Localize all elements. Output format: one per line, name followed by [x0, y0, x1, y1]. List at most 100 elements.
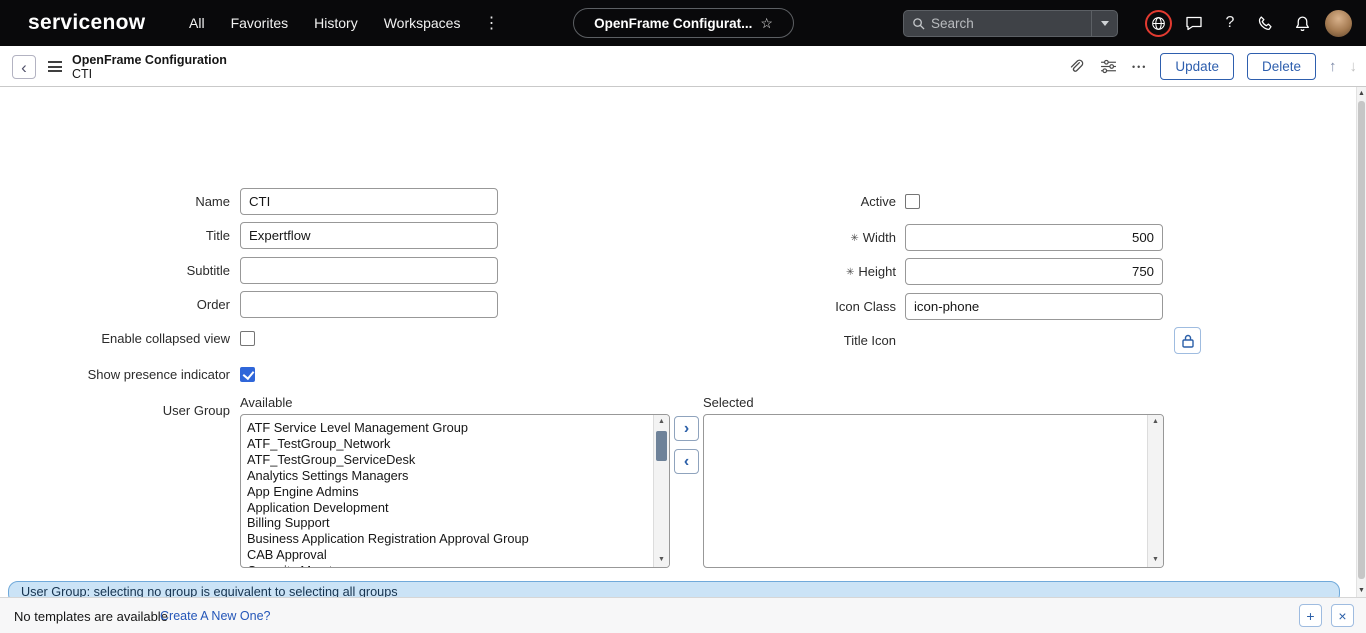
enable-collapsed-view-checkbox[interactable]: [240, 331, 255, 346]
name-input[interactable]: [240, 188, 498, 215]
primary-nav: All Favorites History Workspaces ⋮: [176, 0, 509, 46]
available-listbox-scrollbar[interactable]: ▲ ▼: [653, 415, 669, 567]
selected-label: Selected: [703, 395, 903, 410]
paperclip-icon: [1067, 58, 1084, 75]
list-item[interactable]: Analytics Settings Managers: [247, 468, 649, 484]
chat-bubble-icon: [1185, 14, 1203, 32]
update-button[interactable]: Update: [1160, 53, 1234, 80]
scroll-up-icon[interactable]: ▲: [1148, 415, 1163, 429]
icon-class-label: Icon Class: [666, 299, 896, 314]
show-presence-indicator-checkbox[interactable]: [240, 367, 255, 382]
attachment-button[interactable]: [1066, 57, 1086, 77]
enable-collapsed-view-label: Enable collapsed view: [0, 331, 230, 346]
icon-class-input[interactable]: [905, 293, 1163, 320]
available-label: Available: [240, 395, 440, 410]
subtitle-input[interactable]: [240, 257, 498, 284]
show-presence-indicator-label: Show presence indicator: [0, 367, 230, 382]
height-input[interactable]: [905, 258, 1163, 285]
record-type-title: OpenFrame Configuration: [72, 53, 227, 67]
user-group-label: User Group: [0, 403, 230, 418]
create-template-link[interactable]: Create A New One?: [160, 598, 270, 633]
search-icon: [912, 17, 925, 30]
sliders-icon: [1100, 58, 1117, 75]
title-input[interactable]: [240, 222, 498, 249]
scroll-down-icon[interactable]: ▼: [1148, 553, 1163, 567]
title-label: Title: [0, 228, 230, 243]
page-scrollbar[interactable]: ▲ ▼: [1356, 87, 1366, 597]
width-label: ✳Width: [666, 230, 896, 247]
list-item[interactable]: ATF_TestGroup_Network: [247, 436, 649, 452]
active-checkbox[interactable]: [905, 194, 920, 209]
search-scope-dropdown[interactable]: [1091, 11, 1117, 36]
scroll-up-icon[interactable]: ▲: [1357, 87, 1366, 100]
nav-item-history[interactable]: History: [301, 9, 371, 37]
list-item[interactable]: Billing Support: [247, 515, 649, 531]
user-menu-button[interactable]: [1320, 5, 1356, 41]
search-input[interactable]: [925, 16, 1091, 31]
width-input[interactable]: [905, 224, 1163, 251]
globe-ring: [1145, 10, 1172, 37]
phone-icon: [1258, 15, 1275, 32]
list-item[interactable]: Application Development: [247, 500, 649, 516]
list-item[interactable]: ATF_TestGroup_ServiceDesk: [247, 452, 649, 468]
system-scope-button[interactable]: [1140, 5, 1176, 41]
chevron-left-icon: ‹: [21, 59, 27, 76]
plus-icon: +: [1306, 609, 1314, 623]
help-button[interactable]: ?: [1212, 5, 1248, 41]
personalize-form-button[interactable]: [1099, 57, 1119, 77]
servicenow-openframe-config-page: servicenow All Favorites History Workspa…: [0, 0, 1366, 633]
close-template-bar-button[interactable]: ×: [1331, 604, 1354, 627]
question-mark-icon: ?: [1226, 14, 1235, 32]
move-to-available-button[interactable]: ‹: [674, 449, 699, 474]
chevron-right-icon: ›: [684, 421, 689, 437]
template-message: No templates are available: [14, 598, 168, 633]
lock-icon: [1182, 334, 1194, 348]
close-icon: ×: [1338, 609, 1346, 623]
context-pill-label: OpenFrame Configurat...: [594, 16, 752, 31]
mandatory-icon: ✳: [850, 233, 858, 244]
chevron-down-icon: [1101, 21, 1109, 26]
more-actions-icon[interactable]: •••: [1132, 62, 1147, 72]
selected-groups-list: [704, 415, 1147, 567]
list-item[interactable]: Business Application Registration Approv…: [247, 531, 649, 547]
previous-record-icon[interactable]: ↑: [1329, 58, 1337, 75]
context-pill[interactable]: OpenFrame Configurat... ☆: [573, 8, 794, 38]
notifications-button[interactable]: [1284, 5, 1320, 41]
global-search: [903, 10, 1118, 37]
phone-button[interactable]: [1248, 5, 1284, 41]
available-groups-listbox[interactable]: ATF Service Level Management GroupATF_Te…: [240, 414, 670, 568]
add-template-button[interactable]: +: [1299, 604, 1322, 627]
global-header: servicenow All Favorites History Workspa…: [0, 0, 1366, 46]
delete-button[interactable]: Delete: [1247, 53, 1316, 80]
form-context-menu-icon[interactable]: [48, 61, 62, 75]
order-input[interactable]: [240, 291, 498, 318]
selected-groups-listbox[interactable]: ▲ ▼: [703, 414, 1164, 568]
nav-item-all[interactable]: All: [176, 9, 218, 37]
active-label: Active: [666, 194, 896, 209]
chat-button[interactable]: [1176, 5, 1212, 41]
scroll-down-icon[interactable]: ▼: [1357, 584, 1366, 597]
scroll-down-icon[interactable]: ▼: [654, 553, 669, 567]
back-button[interactable]: ‹: [12, 55, 36, 79]
scrollbar-thumb[interactable]: [1358, 101, 1365, 579]
list-item[interactable]: CAB Approval: [247, 547, 649, 563]
list-item[interactable]: Capacity Mgmt: [247, 563, 649, 567]
nav-item-favorites[interactable]: Favorites: [218, 9, 302, 37]
next-record-icon[interactable]: ↓: [1350, 58, 1358, 75]
selected-listbox-scrollbar[interactable]: ▲ ▼: [1147, 415, 1163, 567]
nav-item-workspaces[interactable]: Workspaces: [371, 9, 474, 37]
avatar: [1325, 10, 1352, 37]
move-to-selected-button[interactable]: ›: [674, 416, 699, 441]
record-name-title: CTI: [72, 67, 92, 81]
servicenow-logo[interactable]: servicenow: [28, 11, 145, 35]
title-icon-label: Title Icon: [666, 333, 896, 348]
header-icon-cluster: ?: [1140, 0, 1356, 46]
nav-more-kebab-icon[interactable]: ⋮: [473, 7, 509, 39]
scroll-up-icon[interactable]: ▲: [654, 415, 669, 429]
favorite-star-icon[interactable]: ☆: [760, 15, 773, 32]
list-item[interactable]: App Engine Admins: [247, 484, 649, 500]
form-body: Name Title Subtitle Order Enable collaps…: [0, 87, 1356, 597]
list-item[interactable]: ATF Service Level Management Group: [247, 420, 649, 436]
title-icon-lock-button[interactable]: [1174, 327, 1201, 354]
scrollbar-thumb[interactable]: [656, 431, 667, 461]
